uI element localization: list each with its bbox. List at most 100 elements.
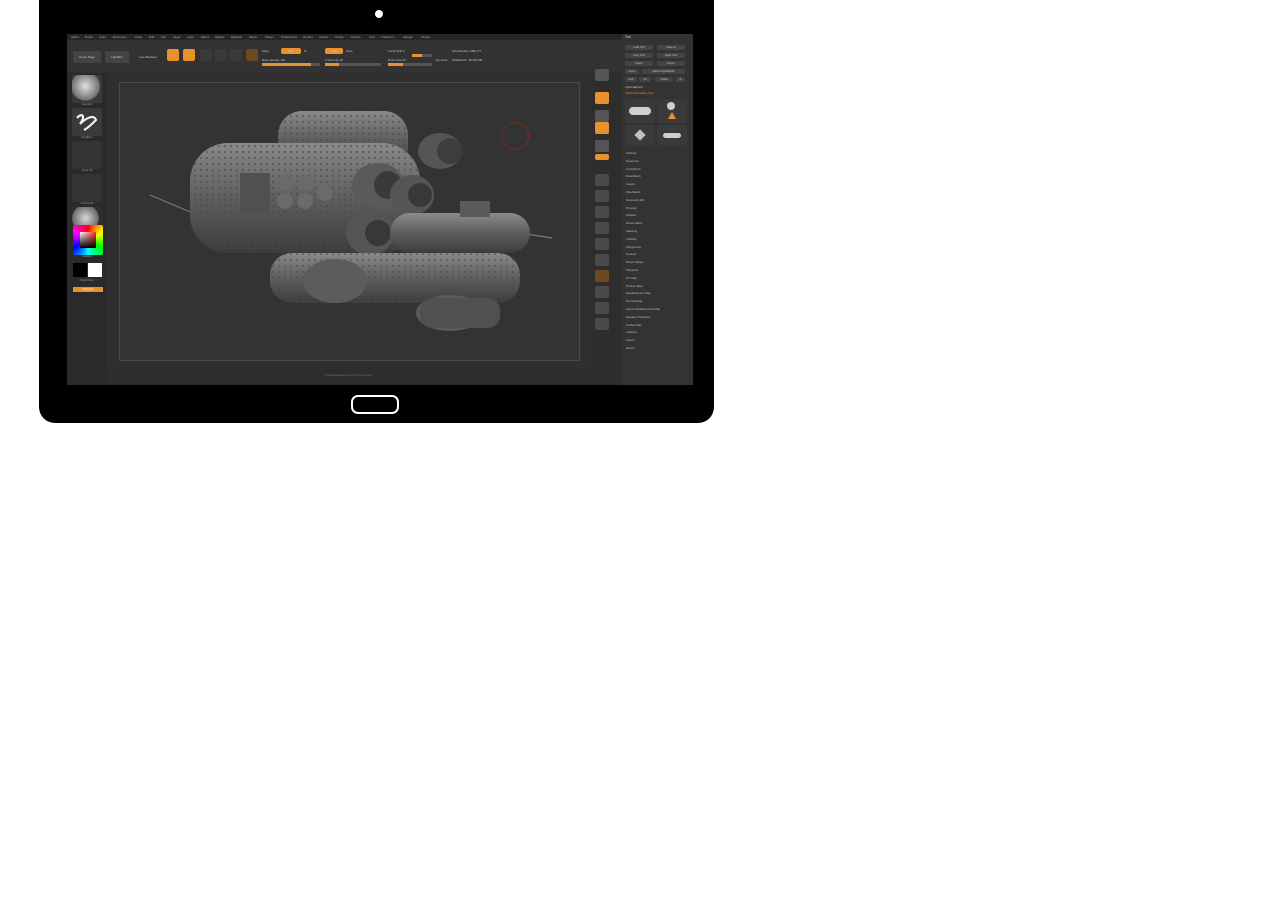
menu-document[interactable]: Document [113, 35, 127, 39]
clone-button[interactable]: Clone [625, 69, 639, 74]
menu-stroke[interactable]: Stroke [335, 35, 344, 39]
alpha-thumbnail[interactable] [72, 141, 102, 169]
move-button[interactable] [595, 254, 609, 266]
menu-texture[interactable]: Texture [351, 35, 361, 39]
menu-zplugin[interactable]: Zplugin [403, 35, 413, 39]
bpr-button[interactable] [595, 69, 609, 81]
menu-macro[interactable]: Macro [201, 35, 209, 39]
frame-button[interactable] [595, 238, 609, 250]
persp-button[interactable] [595, 174, 609, 186]
live-boolean-button[interactable]: Live Boolean [133, 51, 163, 63]
zoom-button[interactable] [595, 122, 609, 134]
menu-normal-map[interactable]: Normal Map [626, 299, 660, 307]
scale-mode-button[interactable] [215, 49, 227, 61]
home-button[interactable] [351, 395, 399, 414]
color-square[interactable] [80, 232, 96, 248]
menu-marker[interactable]: Marker [215, 35, 224, 39]
menu-light[interactable]: Light [187, 35, 194, 39]
menu-export[interactable]: Export [626, 346, 660, 354]
menu-morph-target[interactable]: Morph Target [626, 260, 660, 268]
dynamic-toggle[interactable]: Dynamic [436, 58, 448, 62]
menu-draw[interactable]: Draw [135, 35, 142, 39]
goz-button[interactable]: GoZ [625, 77, 637, 82]
r-button[interactable]: R [676, 77, 685, 82]
aahalf-button[interactable] [595, 154, 609, 160]
menu-zscript[interactable]: Zscript [421, 35, 430, 39]
z-intensity-label[interactable]: Z Intensity 25 [325, 58, 343, 62]
lsym-button[interactable] [595, 222, 609, 234]
zsub-label[interactable]: Zsub [346, 49, 353, 53]
menu-material[interactable]: Material [231, 35, 242, 39]
secondary-color-swatch[interactable] [88, 263, 102, 277]
load-tool-button[interactable]: Load Tool [625, 45, 653, 50]
menu-alpha[interactable]: Alpha [71, 35, 79, 39]
menu-render[interactable]: Render [303, 35, 313, 39]
draw-size-slider[interactable] [388, 63, 432, 66]
tool-thumb-cylinder[interactable] [625, 99, 655, 123]
menu-import[interactable]: Import [626, 338, 660, 346]
polyf-button[interactable] [595, 270, 609, 282]
all-button[interactable]: All [639, 77, 651, 82]
menu-displacement-map[interactable]: Displacement Map [626, 291, 660, 299]
menu-initialize[interactable]: Initialize [626, 330, 660, 338]
menu-vector-displacement-map[interactable]: Vector Displacement Map [626, 307, 660, 315]
menu-visibility[interactable]: Visibility [626, 237, 660, 245]
menu-preview[interactable]: Preview [626, 206, 660, 214]
transp-button[interactable] [595, 286, 609, 298]
menu-nanomesh[interactable]: NanoMesh [626, 174, 660, 182]
menu-layer[interactable]: Layer [173, 35, 181, 39]
menu-unified-skin[interactable]: Unified Skin [626, 323, 660, 331]
rgb-intensity-slider[interactable] [262, 63, 320, 66]
line-fill-button[interactable] [246, 49, 258, 61]
visible-button[interactable]: Visible [655, 77, 673, 82]
tool-thumb-submarine[interactable] [657, 125, 687, 145]
menu-stencil[interactable]: Stencil [319, 35, 328, 39]
rgb-intensity-label[interactable]: Rgb Intensity 100 [262, 58, 285, 62]
menu-movie[interactable]: Movie [249, 35, 257, 39]
lightbox-tools-link[interactable]: Lightbox▶Tools [625, 85, 653, 90]
actual-button[interactable] [595, 140, 609, 152]
menu-polygroups[interactable]: Polygroups [626, 245, 660, 253]
mrgb-label[interactable]: Mrgb [262, 49, 269, 53]
xpose-button[interactable] [595, 318, 609, 330]
menu-display-properties[interactable]: Display Properties [626, 315, 660, 323]
primary-color-swatch[interactable] [73, 263, 87, 277]
rgb-toggle[interactable]: Rgb [281, 48, 301, 54]
menu-picker[interactable]: Picker [265, 35, 273, 39]
tool-palette-title[interactable]: Tool [625, 35, 631, 39]
draw-size-label[interactable]: Draw Size 64 [388, 58, 406, 62]
texture-thumbnail[interactable] [72, 174, 102, 202]
edit-mode-button[interactable] [167, 49, 179, 61]
import-button[interactable]: Import [625, 61, 653, 66]
menu-tool[interactable]: Tool [369, 35, 375, 39]
save-as-button[interactable]: Save As [657, 45, 685, 50]
menu-masking[interactable]: Masking [626, 229, 660, 237]
rotate-mode-button[interactable] [230, 49, 242, 61]
home-page-button[interactable]: Home Page [73, 51, 101, 63]
menu-fibermesh[interactable]: FiberMesh [626, 190, 660, 198]
menu-subtool[interactable]: Subtool [626, 151, 660, 159]
menu-geometry[interactable]: Geometry [626, 159, 660, 167]
menu-geometry-hd[interactable]: Geometry HD [626, 198, 660, 206]
menu-arraymesh[interactable]: ArrayMesh [626, 167, 660, 175]
export-button[interactable]: Export [657, 61, 685, 66]
brush-thumbnail[interactable] [72, 75, 102, 103]
menu-transform[interactable]: Transform [381, 35, 395, 39]
menu-layers[interactable]: Layers [626, 182, 660, 190]
move-mode-button[interactable] [200, 49, 212, 61]
menu-preferences[interactable]: Preferences [281, 35, 297, 39]
scroll-button[interactable] [595, 110, 609, 122]
tool-thumb-simplebrush[interactable] [657, 99, 687, 123]
menu-contact[interactable]: Contact [626, 252, 660, 260]
focal-shift-label[interactable]: Focal Shift 0 [388, 49, 405, 53]
menu-polypaint[interactable]: Polypaint [626, 268, 660, 276]
focal-shift-slider[interactable] [412, 54, 432, 57]
paste-tool-button[interactable]: Paste Tool [657, 53, 685, 58]
menu-surface[interactable]: Surface [626, 213, 660, 221]
menu-deformation[interactable]: Deformation [626, 221, 660, 229]
make-polymesh-button[interactable]: Make PolyMesh3D [642, 69, 685, 74]
local-button[interactable] [595, 206, 609, 218]
menu-brush[interactable]: Brush [85, 35, 93, 39]
switch-color-label[interactable]: SwitchColor [67, 279, 107, 282]
color-picker[interactable] [73, 225, 103, 255]
